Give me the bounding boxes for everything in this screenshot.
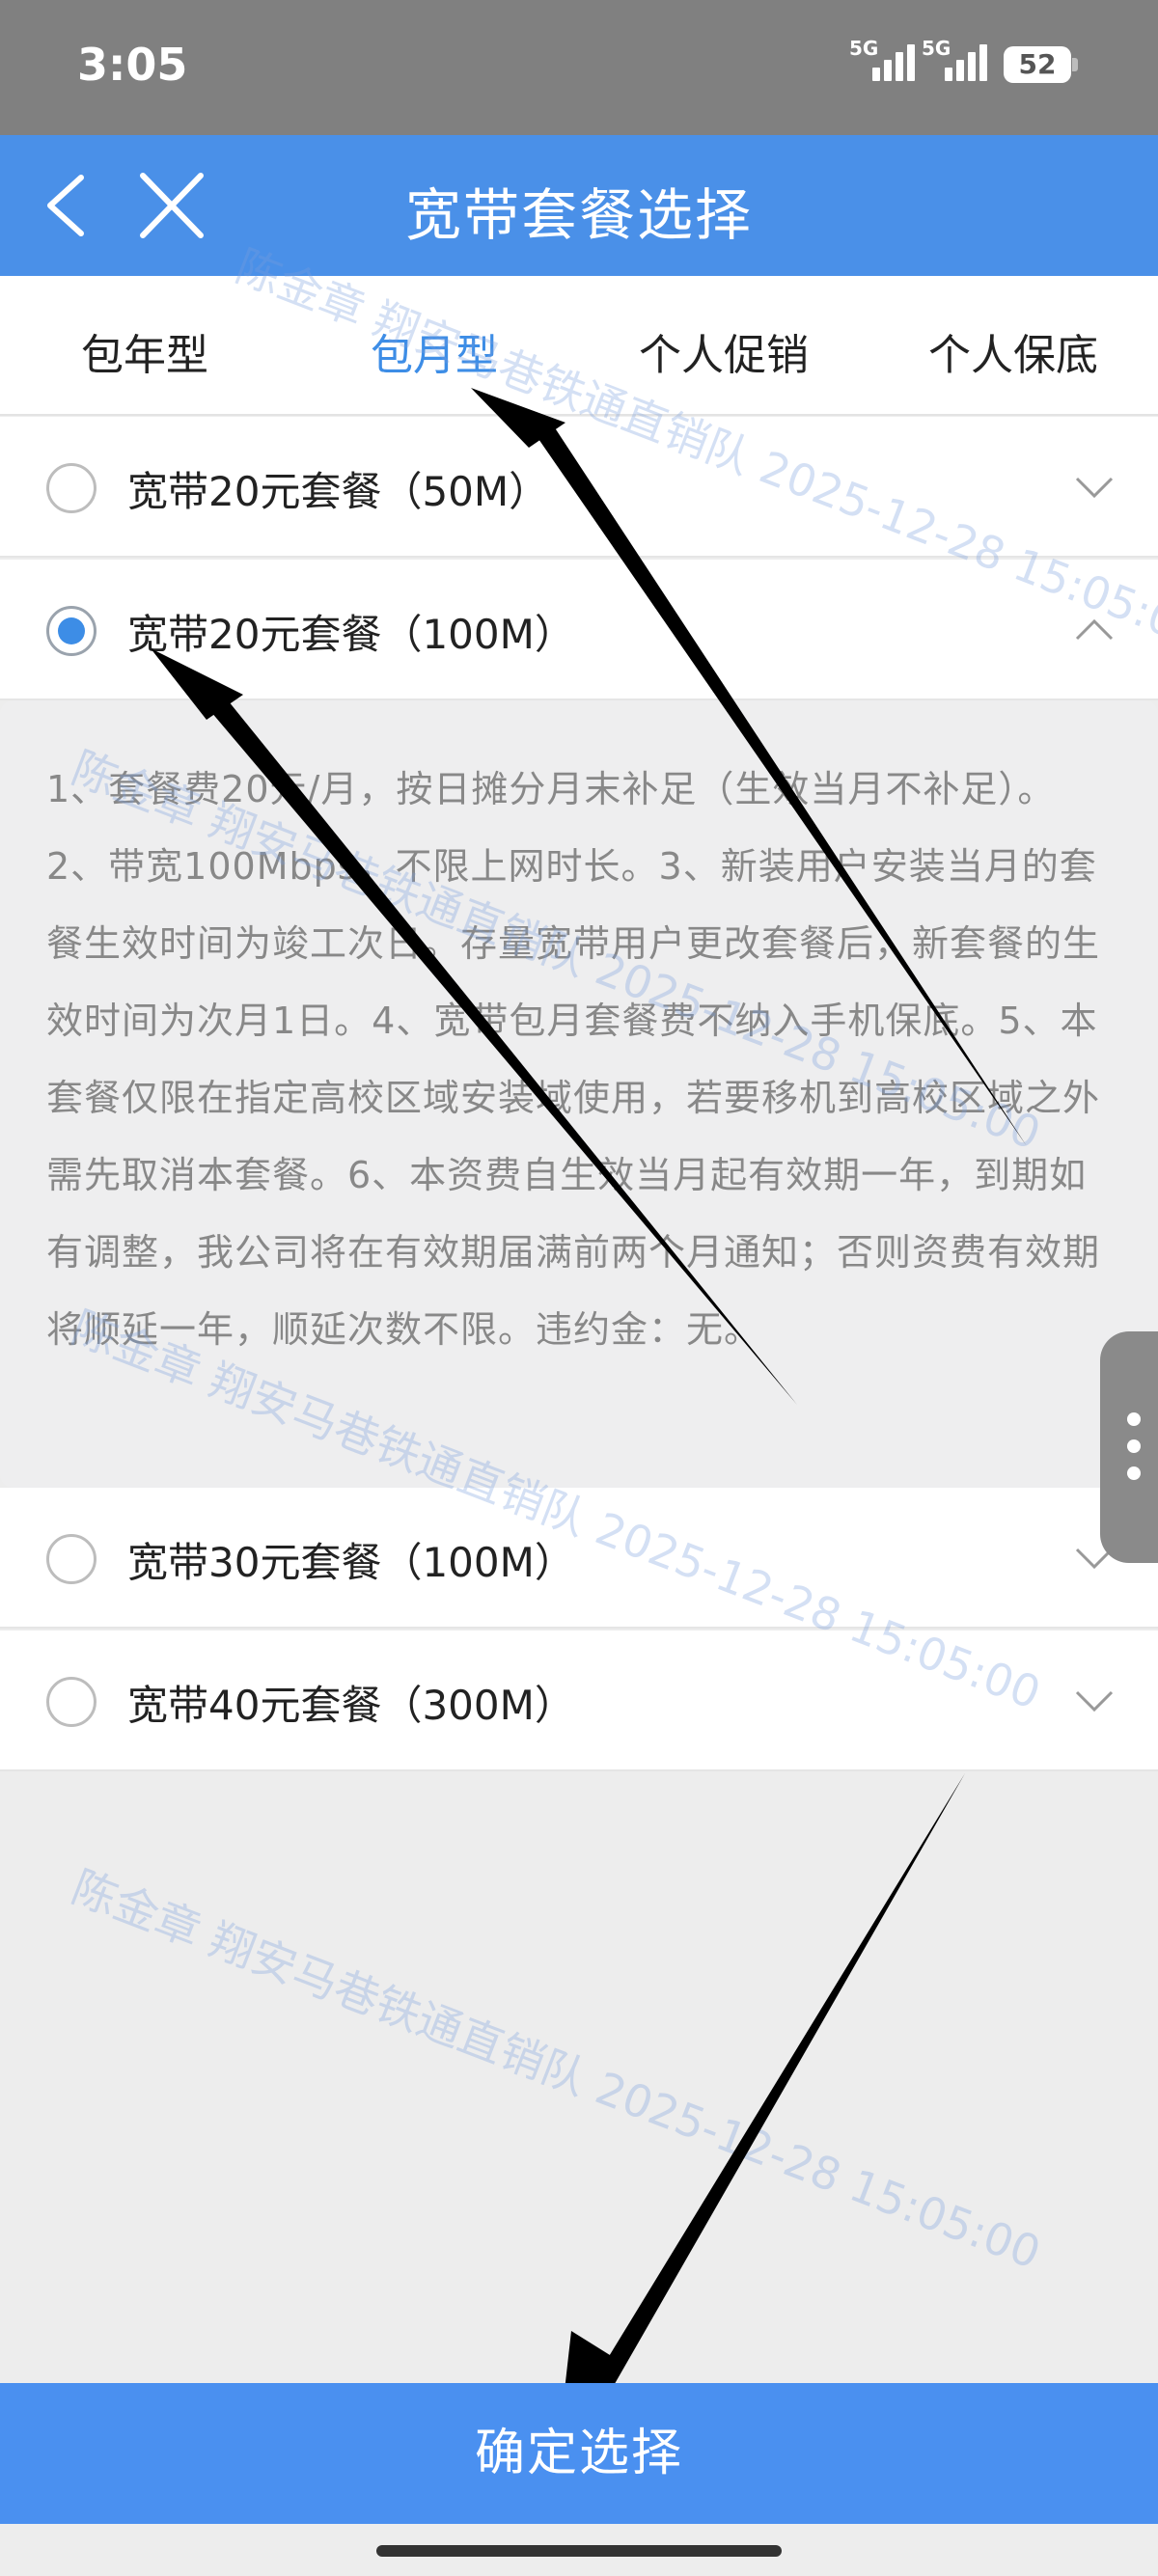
package-item[interactable]: 宽带20元套餐（100M） bbox=[0, 560, 1158, 700]
package-detail: 1、套餐费20元/月，按日摊分月末补足（生效当月不补足）。2、带宽100Mbps… bbox=[0, 700, 1158, 1488]
package-type-tabs: 包年型 包月型 个人促销 个人保底 bbox=[0, 276, 1158, 416]
package-item[interactable]: 宽带30元套餐（100M） bbox=[0, 1488, 1158, 1629]
tab-personal-promo[interactable]: 个人促销 bbox=[598, 320, 849, 382]
signal-icon: 5G bbox=[849, 37, 926, 85]
package-item[interactable]: 宽带40元套餐（300M） bbox=[0, 1631, 1158, 1771]
package-label: 宽带20元套餐（100M） bbox=[127, 611, 575, 658]
package-label: 宽带20元套餐（50M） bbox=[127, 468, 550, 515]
battery-icon: 52 bbox=[1004, 46, 1078, 83]
radio-button[interactable] bbox=[46, 1534, 96, 1584]
status-bar: 3:05 5G 5G 52 bbox=[0, 0, 1158, 135]
signal-icon: 5G bbox=[922, 37, 999, 85]
chevron-down-icon[interactable] bbox=[1073, 1679, 1116, 1721]
home-indicator[interactable] bbox=[376, 2545, 782, 2557]
battery-level: 52 bbox=[1018, 48, 1057, 80]
radio-button[interactable] bbox=[46, 1677, 96, 1727]
floating-menu-handle[interactable] bbox=[1100, 1331, 1158, 1563]
tab-personal-minimum[interactable]: 个人保底 bbox=[888, 320, 1139, 382]
chevron-down-icon[interactable] bbox=[1073, 465, 1116, 507]
status-time: 3:05 bbox=[77, 39, 188, 91]
confirm-button[interactable]: 确定选择 bbox=[0, 2383, 1158, 2524]
radio-button[interactable] bbox=[46, 606, 96, 656]
radio-button[interactable] bbox=[46, 463, 96, 513]
watermark: 陈金章 翔安马巷铁通直销队 2025-12-28 15:05:00 bbox=[65, 1860, 1048, 2280]
package-label: 宽带30元套餐（100M） bbox=[127, 1539, 575, 1586]
page-title: 宽带套餐选择 bbox=[404, 182, 753, 248]
chevron-up-icon[interactable] bbox=[1073, 608, 1116, 650]
tab-yearly[interactable]: 包年型 bbox=[19, 320, 270, 382]
package-item[interactable]: 宽带20元套餐（50M） bbox=[0, 417, 1158, 558]
package-description: 1、套餐费20元/月，按日摊分月末补足（生效当月不补足）。2、带宽100Mbps… bbox=[46, 768, 1101, 1351]
app-header: 宽带套餐选择 bbox=[0, 135, 1158, 276]
tab-monthly[interactable]: 包月型 bbox=[309, 320, 560, 382]
package-label: 宽带40元套餐（300M） bbox=[127, 1682, 575, 1729]
